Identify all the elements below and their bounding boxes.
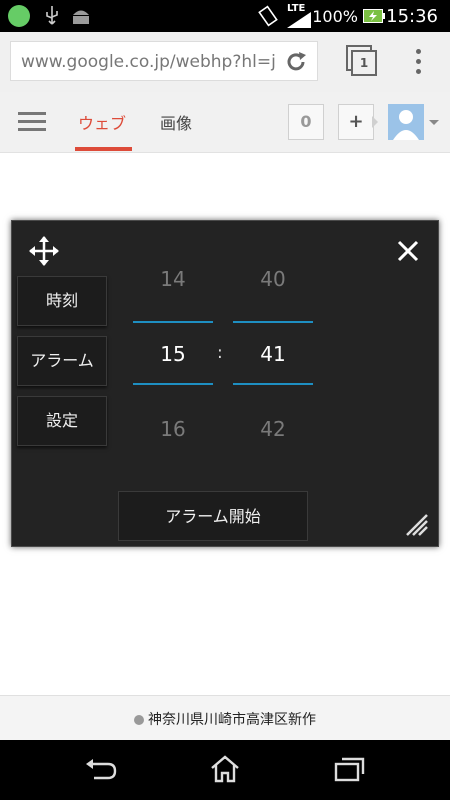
share-button[interactable]: + [338, 104, 374, 140]
back-icon[interactable] [84, 758, 118, 782]
location-text[interactable]: 神奈川県川崎市高津区新作 [148, 712, 316, 728]
status-bar: LTE 100% 15:36 [0, 0, 450, 32]
overflow-menu-icon[interactable] [416, 49, 422, 75]
recent-apps-icon[interactable] [334, 756, 366, 782]
hour-prev[interactable]: 14 [133, 267, 213, 291]
notification-button[interactable]: 0 [288, 104, 324, 140]
chevron-down-icon[interactable] [429, 120, 439, 125]
start-alarm-button[interactable]: アラーム開始 [118, 491, 308, 541]
resize-handle-icon[interactable] [403, 511, 429, 537]
tab-switcher-button[interactable]: 1 [346, 45, 377, 76]
location-line: 神奈川県川崎市高津区新作 [0, 709, 450, 729]
hour-divider-top [133, 321, 213, 323]
reload-icon[interactable] [285, 51, 307, 73]
url-field[interactable]: www.google.co.jp/webhp?hl=ja [10, 41, 318, 81]
minute-divider-bottom [233, 383, 313, 385]
google-header: ウェブ 画像 0 + [0, 92, 450, 153]
location-footer: 神奈川県川崎市高津区新作 [0, 695, 450, 741]
avatar[interactable] [388, 104, 424, 140]
clock: 15:36 [386, 6, 438, 27]
vibrate-icon [258, 5, 278, 27]
tab-count: 1 [351, 50, 377, 76]
android-robot-icon [8, 5, 30, 27]
battery-charging-icon [363, 9, 385, 23]
alarm-widget: 時刻 アラーム 設定 14 15 16 : 40 41 42 アラーム開始 [11, 220, 439, 547]
minute-prev[interactable]: 40 [233, 267, 313, 291]
user-icon [393, 110, 419, 140]
settings-button[interactable]: 設定 [17, 396, 107, 446]
battery-percent: 100% [312, 7, 358, 26]
android-debug-icon [73, 10, 89, 24]
hour-next[interactable]: 16 [133, 417, 213, 441]
minute-current[interactable]: 41 [233, 342, 313, 366]
move-icon[interactable] [28, 235, 60, 267]
navigation-bar [0, 740, 450, 800]
alarm-button[interactable]: アラーム [17, 336, 107, 386]
hour-current[interactable]: 15 [133, 342, 213, 366]
time-separator: : [217, 343, 223, 363]
notification-count: 0 [300, 112, 312, 131]
active-tab-indicator [75, 147, 132, 151]
url-text[interactable]: www.google.co.jp/webhp?hl=ja [21, 52, 276, 72]
minute-divider-top [233, 321, 313, 323]
close-icon[interactable] [397, 240, 419, 262]
tab-images[interactable]: 画像 [160, 110, 192, 134]
share-pointer [372, 116, 378, 128]
usb-icon [46, 6, 58, 25]
location-dot-icon [134, 715, 144, 725]
tab-web[interactable]: ウェブ [78, 110, 126, 134]
browser-toolbar: www.google.co.jp/webhp?hl=ja 1 [0, 32, 450, 93]
minute-next[interactable]: 42 [233, 417, 313, 441]
menu-icon[interactable] [18, 112, 46, 132]
hour-divider-bottom [133, 383, 213, 385]
time-button[interactable]: 時刻 [17, 276, 107, 326]
home-icon[interactable] [209, 754, 241, 784]
share-label: + [348, 111, 364, 132]
signal-strength-icon [287, 12, 311, 28]
